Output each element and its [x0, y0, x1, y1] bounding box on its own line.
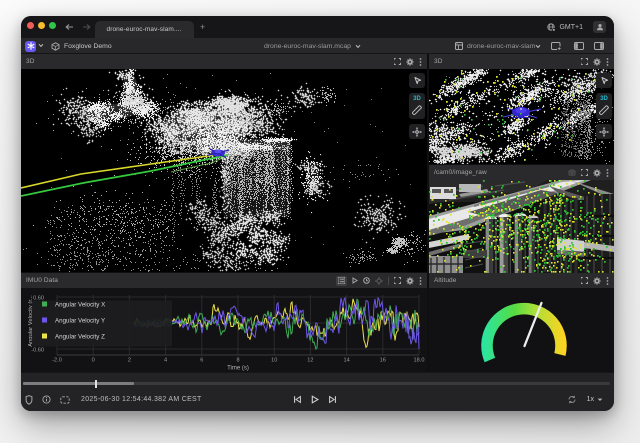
svg-text:12: 12 — [307, 358, 313, 364]
svg-text:16: 16 — [380, 358, 386, 364]
svg-text:0: 0 — [92, 358, 95, 364]
svg-text:14: 14 — [343, 358, 349, 364]
svg-text:-2.0: -2.0 — [52, 358, 62, 364]
svg-text:Angular Velocity X: Angular Velocity X — [55, 302, 105, 309]
svg-text:2: 2 — [128, 358, 131, 364]
svg-text:4: 4 — [164, 358, 167, 364]
svg-text:Time (s): Time (s) — [227, 366, 249, 372]
svg-text:-0.60: -0.60 — [31, 348, 44, 354]
svg-text:Angular Velocity Z: Angular Velocity Z — [55, 334, 105, 341]
svg-text:18.0: 18.0 — [414, 358, 425, 364]
svg-text:Angular Velocity Y: Angular Velocity Y — [55, 318, 105, 325]
svg-text:8: 8 — [236, 358, 239, 364]
svg-text:10: 10 — [271, 358, 277, 364]
svg-text:6: 6 — [200, 358, 203, 364]
